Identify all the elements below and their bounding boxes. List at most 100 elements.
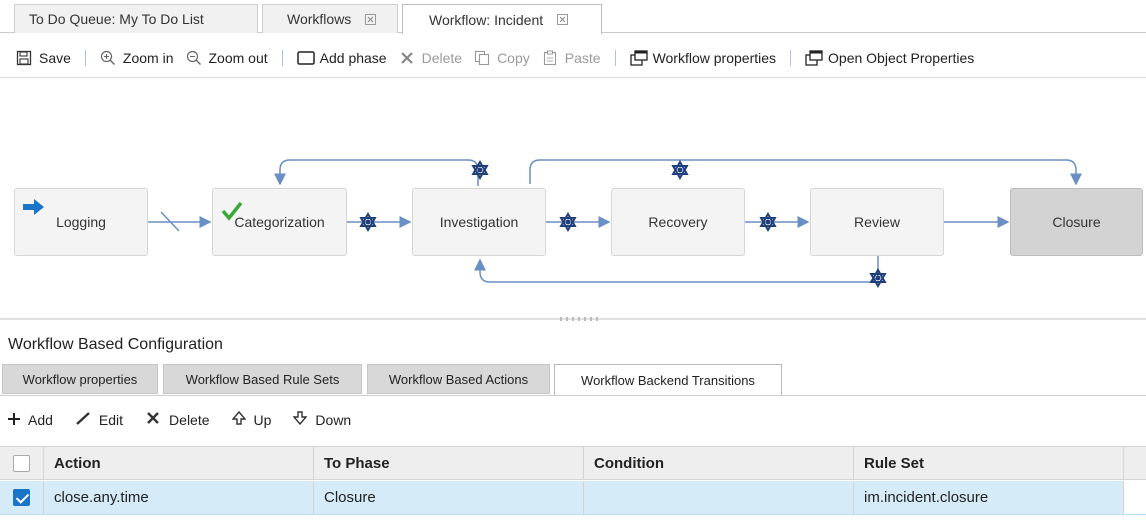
delete-label: Delete [169, 412, 210, 428]
workflow-properties-button[interactable]: Workflow properties [624, 44, 782, 72]
tab-workflow-backend-transitions[interactable]: Workflow Backend Transitions [554, 364, 782, 396]
start-arrow-icon [23, 199, 45, 218]
down-button[interactable]: Down [292, 411, 352, 429]
grid-toolbar: Add Edit Delete Up Down [8, 406, 373, 434]
tab-label: Workflow Based Actions [388, 371, 529, 387]
zoom-in-label: Zoom in [122, 49, 174, 66]
config-section-title: Workflow Based Configuration [8, 336, 223, 353]
document-tab-bar: To Do Queue: My To Do List Workflows Wor… [0, 0, 1146, 34]
zoom-in-icon [100, 50, 116, 66]
add-phase-button[interactable]: Add phase [291, 44, 393, 72]
paste-button[interactable]: Paste [536, 44, 607, 72]
column-header-condition[interactable]: Condition [584, 447, 854, 479]
zoom-out-icon [186, 50, 202, 66]
zoom-out-button[interactable]: Zoom out [180, 44, 274, 72]
row-filler [1124, 481, 1146, 514]
paste-icon [542, 50, 558, 66]
tab-underline [0, 395, 1146, 396]
phase-investigation[interactable]: Investigation [412, 188, 546, 256]
copy-button[interactable]: Copy [468, 44, 536, 72]
tab-label: Workflow Backend Transitions [581, 373, 755, 388]
phase-review[interactable]: Review [810, 188, 944, 256]
cell-to-phase: Closure [314, 481, 584, 514]
pencil-icon [75, 411, 91, 429]
zoom-in-button[interactable]: Zoom in [94, 44, 180, 72]
tab-label: Workflow Based Rule Sets [185, 371, 340, 387]
tab-workflow-incident[interactable]: Workflow: Incident [402, 4, 602, 34]
toolbar-divider [84, 49, 86, 66]
down-label: Down [315, 412, 352, 428]
zoom-out-label: Zoom out [208, 49, 268, 66]
toolbar-divider [790, 49, 792, 66]
column-header-action[interactable]: Action [44, 447, 314, 479]
tab-workflow-based-rule-sets[interactable]: Workflow Based Rule Sets [163, 364, 362, 394]
edit-button[interactable]: Edit [75, 411, 123, 429]
arrow-down-icon [292, 411, 308, 429]
phase-closure[interactable]: Closure [1010, 188, 1143, 256]
edit-label: Edit [98, 412, 124, 428]
tab-label: Workflow: Incident [429, 11, 544, 28]
phase-label: Categorization [234, 214, 325, 230]
cell-action: close.any.time [44, 481, 314, 514]
copy-label: Copy [497, 49, 530, 66]
tab-label: Workflows [287, 11, 352, 27]
properties-icon [629, 49, 648, 66]
plus-icon [8, 412, 20, 429]
table-header-row: Action To Phase Condition Rule Set [0, 446, 1146, 480]
tab-label: To Do Queue: My To Do List [29, 11, 204, 27]
workflow-diagram[interactable]: Logging Categorization Investigation Rec… [0, 80, 1146, 320]
row-checkbox[interactable] [13, 489, 30, 506]
tab-label: Workflow properties [22, 371, 138, 387]
delete-label: Delete [421, 49, 463, 66]
up-label: Up [253, 412, 272, 428]
tab-workflows[interactable]: Workflows [262, 4, 398, 33]
add-phase-label: Add phase [319, 49, 387, 66]
phase-recovery[interactable]: Recovery [611, 188, 745, 256]
table-row[interactable]: close.any.time Closure im.incident.closu… [0, 481, 1146, 515]
cell-condition [584, 481, 854, 514]
splitter-handle[interactable] [0, 317, 1146, 321]
workflow-toolbar: Save Zoom in Zoom out Add phase Delete C… [0, 38, 1146, 78]
tab-workflow-based-actions[interactable]: Workflow Based Actions [367, 364, 550, 394]
select-all-checkbox[interactable] [13, 454, 30, 472]
floppy-disk-icon [16, 50, 32, 66]
phase-label: Recovery [648, 214, 708, 230]
header-filler [1124, 447, 1146, 479]
phase-logging[interactable]: Logging [14, 188, 148, 256]
delete-button[interactable]: Delete [393, 44, 468, 72]
close-tab-icon[interactable] [365, 13, 377, 25]
add-label: Add [28, 412, 53, 428]
toolbar-divider [614, 49, 616, 66]
up-button[interactable]: Up [230, 410, 272, 429]
open-object-properties-label: Open Object Properties [828, 49, 975, 66]
save-button[interactable]: Save [10, 44, 77, 72]
phase-label: Closure [1052, 214, 1101, 230]
workflow-properties-label: Workflow properties [652, 49, 777, 66]
column-header-to-phase[interactable]: To Phase [314, 447, 584, 479]
cell-rule-set: im.incident.closure [854, 481, 1124, 514]
phase-label: Review [854, 214, 900, 230]
phase-label: Investigation [439, 214, 519, 230]
close-tab-icon[interactable] [557, 14, 569, 25]
arrow-up-icon [230, 410, 247, 429]
phase-categorization[interactable]: Categorization [212, 188, 347, 256]
phase-label: Logging [56, 214, 106, 230]
transition-connectors [148, 159, 1082, 287]
tab-workflow-properties[interactable]: Workflow properties [2, 364, 158, 394]
delete-row-button[interactable]: Delete [145, 410, 210, 430]
properties-icon [805, 49, 823, 66]
row-select-cell [0, 481, 44, 514]
select-all-cell [0, 447, 44, 479]
add-button[interactable]: Add [8, 412, 53, 429]
toolbar-divider [281, 49, 283, 66]
save-label: Save [39, 49, 71, 66]
paste-label: Paste [564, 49, 601, 66]
delete-icon [399, 50, 415, 66]
tab-to-do-queue[interactable]: To Do Queue: My To Do List [14, 4, 258, 33]
open-object-properties-button[interactable]: Open Object Properties [799, 44, 980, 72]
column-header-rule-set[interactable]: Rule Set [854, 447, 1124, 479]
config-tab-bar: Workflow properties Workflow Based Rule … [0, 364, 1146, 396]
add-phase-icon [296, 50, 315, 66]
copy-icon [474, 50, 490, 66]
delete-icon [145, 410, 161, 430]
